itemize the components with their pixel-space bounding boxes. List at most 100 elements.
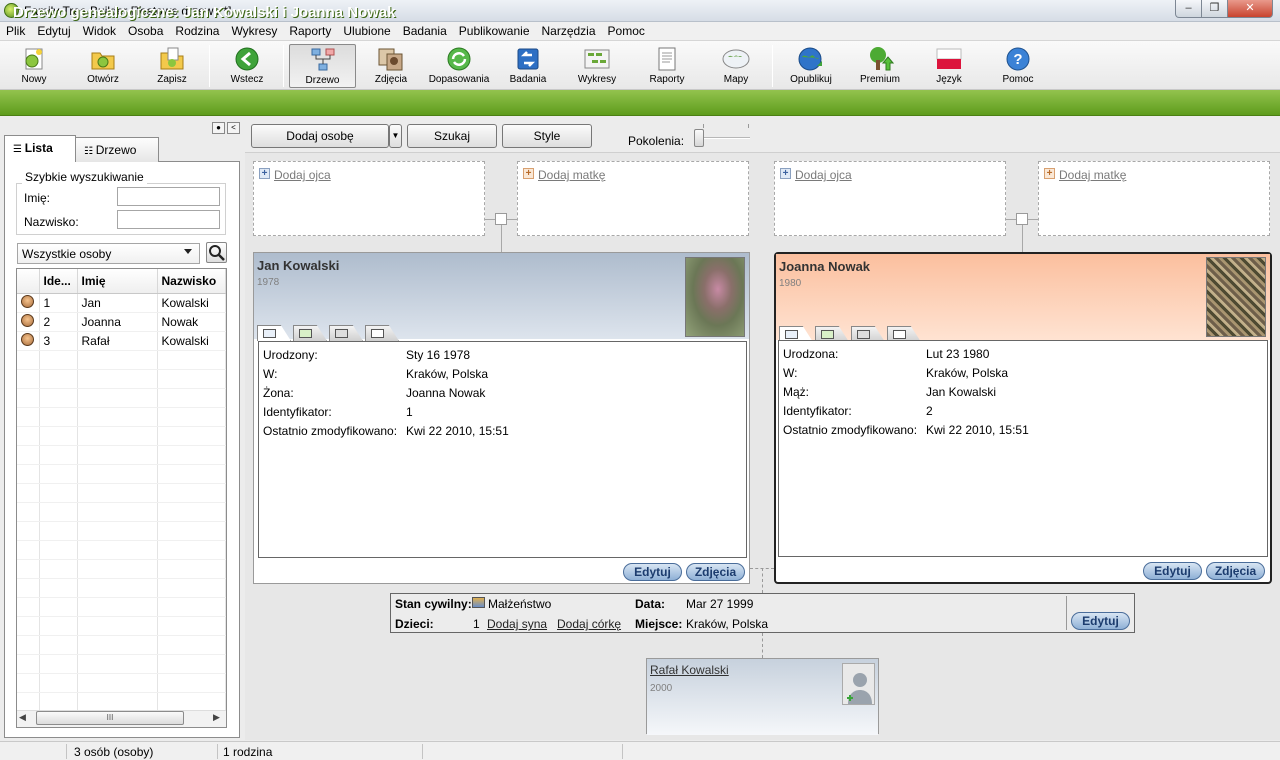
add-person-button[interactable]: Dodaj osobę: [251, 124, 389, 148]
collapse-panel-icon[interactable]: <: [227, 122, 240, 134]
column-header-last-name[interactable]: Nazwisko: [157, 269, 226, 294]
first-name-input[interactable]: [117, 187, 220, 206]
toolbar-separator: [283, 45, 284, 87]
table-row[interactable]: 2 Joanna Nowak: [17, 312, 226, 332]
premium-label: Premium: [859, 74, 900, 85]
column-header-icon[interactable]: [17, 269, 40, 294]
scroll-right-icon[interactable]: ▶: [213, 712, 220, 723]
menu-person[interactable]: Osoba: [122, 22, 169, 40]
family-joint[interactable]: [1016, 213, 1028, 225]
menu-family[interactable]: Rodzina: [169, 22, 225, 40]
search-tree-button[interactable]: Szukaj: [407, 124, 497, 148]
matches-button[interactable]: Dopasowania: [426, 44, 492, 88]
research-button[interactable]: Badania: [496, 44, 560, 88]
maximize-button[interactable]: ❐: [1201, 0, 1228, 18]
wife-edit-button[interactable]: Edytuj: [1143, 562, 1202, 580]
add-mother-link[interactable]: Dodaj matkę: [538, 168, 605, 182]
husband-photos-button[interactable]: Zdjęcia: [686, 563, 745, 581]
scroll-left-icon[interactable]: ◀: [19, 712, 26, 723]
search-button[interactable]: [206, 242, 227, 263]
pin-icon[interactable]: ●: [212, 122, 225, 134]
person-filter-select[interactable]: Wszystkie osoby: [17, 243, 200, 264]
marriage-place-value: Kraków, Polska: [686, 617, 769, 631]
menu-view[interactable]: Widok: [77, 22, 122, 40]
add-son-link[interactable]: Dodaj syna: [487, 617, 547, 631]
language-label: Język: [936, 74, 962, 85]
menu-favorites[interactable]: Ulubione: [337, 22, 396, 40]
menu-publish[interactable]: Publikowanie: [453, 22, 536, 40]
charts-button[interactable]: Wykresy: [565, 44, 629, 88]
add-father-link[interactable]: Dodaj ojca: [274, 168, 331, 182]
add-photo-silhouette-icon[interactable]: [842, 663, 875, 705]
close-button[interactable]: ✕: [1227, 0, 1273, 18]
photos-button[interactable]: Zdjęcia: [359, 44, 423, 88]
wife-photo[interactable]: [1206, 257, 1266, 337]
tab-notes-icon[interactable]: [365, 325, 399, 341]
open-button[interactable]: Otwórz: [71, 44, 135, 88]
help-button[interactable]: ? Pomoc: [986, 44, 1050, 88]
menu-charts[interactable]: Wykresy: [225, 22, 283, 40]
add-mother-box[interactable]: + Dodaj matkę: [1038, 161, 1270, 236]
husband-photo[interactable]: [685, 257, 745, 337]
husband-card[interactable]: Jan Kowalski 1978 Urodzony: Sty 16 1978 W…: [253, 252, 750, 584]
wife-name[interactable]: Joanna Nowak: [779, 259, 870, 274]
add-father-link[interactable]: Dodaj ojca: [795, 168, 852, 182]
family-joint[interactable]: [495, 213, 507, 225]
menu-file[interactable]: Plik: [0, 22, 31, 40]
list-view-icon: ☰: [13, 144, 25, 155]
wife-card[interactable]: Joanna Nowak 1980 Urodzona: Lut 23 1980 W…: [774, 252, 1272, 584]
menu-research[interactable]: Badania: [397, 22, 453, 40]
add-daughter-link[interactable]: Dodaj córkę: [557, 617, 621, 631]
photos-icon: [378, 48, 403, 71]
matches-refresh-icon: [447, 47, 471, 71]
tab-tree-label: Drzewo: [95, 143, 137, 157]
family-bar-divider: [1066, 596, 1067, 630]
detail-label: Ostatnio zmodyfikowano:: [783, 422, 918, 437]
family-edit-button[interactable]: Edytuj: [1071, 612, 1130, 630]
wife-photos-button[interactable]: Zdjęcia: [1206, 562, 1265, 580]
maps-button[interactable]: Mapy: [704, 44, 768, 88]
help-label: Pomoc: [1002, 74, 1034, 85]
detail-label: Urodzona:: [783, 346, 839, 361]
marriage-date-value: Mar 27 1999: [686, 597, 754, 611]
add-father-box[interactable]: + Dodaj ojca: [774, 161, 1006, 236]
add-mother-box[interactable]: + Dodaj matkę: [517, 161, 749, 236]
premium-button[interactable]: Premium: [848, 44, 912, 88]
persons-count: 3 osób (osoby): [74, 745, 154, 759]
language-button[interactable]: Język: [917, 44, 981, 88]
style-button[interactable]: Style: [502, 124, 592, 148]
menu-help[interactable]: Pomoc: [602, 22, 651, 40]
menu-edit[interactable]: Edytuj: [31, 22, 76, 40]
generations-slider-thumb[interactable]: [694, 129, 704, 147]
scroll-thumb[interactable]: III: [36, 711, 184, 725]
tab-list[interactable]: ☰ Lista: [4, 135, 76, 162]
last-name-input[interactable]: [117, 210, 220, 229]
menu-reports[interactable]: Raporty: [283, 22, 337, 40]
tab-family-icon[interactable]: [293, 325, 327, 341]
child-connector: [762, 633, 763, 658]
child-card[interactable]: Rafał Kowalski 2000: [646, 658, 879, 735]
column-header-id[interactable]: Ide...: [39, 269, 78, 294]
back-button[interactable]: Wstecz: [215, 44, 279, 88]
table-row[interactable]: 1 Jan Kowalski: [17, 293, 226, 313]
table-row[interactable]: 3 Rafał Kowalski: [17, 331, 226, 351]
child-name[interactable]: Rafał Kowalski: [650, 663, 729, 677]
tree-view-icon: ☷: [84, 146, 96, 157]
husband-edit-button[interactable]: Edytuj: [623, 563, 682, 581]
tree-button[interactable]: Drzewo: [289, 44, 356, 88]
new-button[interactable]: Nowy: [2, 44, 66, 88]
minimize-button[interactable]: –: [1175, 0, 1202, 18]
generations-slider-track[interactable]: [700, 137, 750, 139]
add-mother-link[interactable]: Dodaj matkę: [1059, 168, 1126, 182]
husband-name[interactable]: Jan Kowalski: [257, 258, 339, 273]
publish-button[interactable]: Opublikuj: [779, 44, 843, 88]
save-button[interactable]: Zapisz: [140, 44, 204, 88]
add-father-box[interactable]: + Dodaj ojca: [253, 161, 485, 236]
menu-tools[interactable]: Narzędzia: [536, 22, 602, 40]
tab-general-info-icon[interactable]: [257, 325, 291, 341]
tab-tree[interactable]: ☷ Drzewo: [75, 137, 159, 162]
column-header-first-name[interactable]: Imię: [77, 269, 158, 294]
reports-button[interactable]: Raporty: [635, 44, 699, 88]
tab-places-icon[interactable]: [329, 325, 363, 341]
add-person-dropdown-icon[interactable]: ▼: [389, 124, 402, 148]
